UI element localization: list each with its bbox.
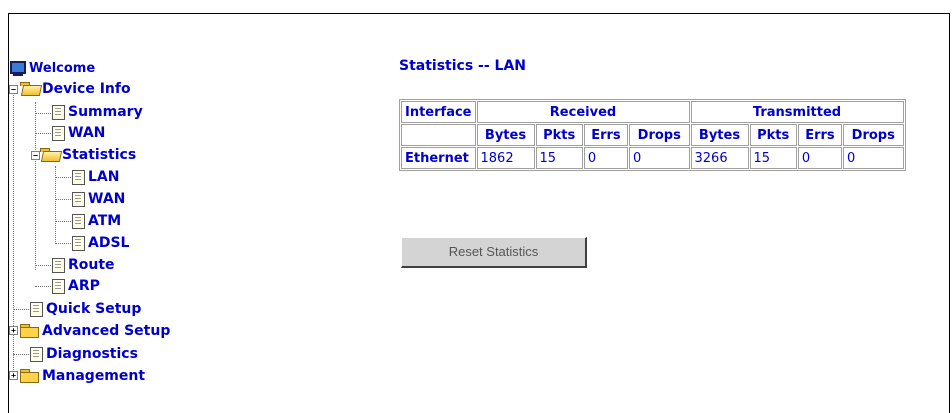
tree-line [13, 309, 31, 310]
document-icon [72, 235, 85, 251]
header-pkts: Pkts [749, 124, 797, 146]
tree-item-stat-lan[interactable]: LAN [72, 167, 119, 187]
tree-item-label: ADSL [88, 235, 130, 251]
table-subheader-row: Bytes Pkts Errs Drops Bytes Pkts Errs Dr… [401, 124, 904, 146]
cell-value: 1862 [476, 147, 535, 169]
tree-item-label: Quick Setup [46, 301, 142, 317]
table-row: Ethernet 1862 15 0 0 3266 15 0 0 [401, 147, 904, 169]
tree-item-stat-wan[interactable]: WAN [72, 189, 125, 209]
tree-line [35, 113, 53, 114]
tree-item-label: WAN [68, 125, 106, 141]
tree-line [35, 102, 36, 270]
tree-item-label: Summary [68, 104, 143, 120]
tree-item-label: Advanced Setup [42, 323, 171, 339]
tree-item-statistics[interactable]: Statistics [40, 145, 136, 165]
tree-line [55, 221, 73, 222]
tree-line [35, 286, 53, 287]
tree-item-label: Diagnostics [46, 346, 138, 362]
collapse-icon[interactable]: − [31, 151, 40, 160]
cell-value: 3266 [690, 147, 749, 169]
folder-open-icon [20, 82, 39, 96]
tree-line [55, 199, 73, 200]
tree-item-label: Route [68, 257, 115, 273]
document-icon [72, 169, 85, 185]
header-errs: Errs [797, 124, 843, 146]
tree-item-welcome[interactable]: Welcome [10, 58, 95, 78]
expand-icon[interactable]: + [9, 326, 18, 335]
tree-item-summary[interactable]: Summary [52, 102, 143, 122]
reset-statistics-button[interactable]: Reset Statistics [401, 237, 587, 268]
header-received: Received [476, 101, 690, 123]
tree-item-label: LAN [88, 169, 120, 185]
cell-value: 0 [797, 147, 843, 169]
tree-line [35, 265, 53, 266]
cell-value: 0 [629, 147, 690, 169]
header-drops: Drops [629, 124, 690, 146]
tree-item-management[interactable]: Management [20, 366, 145, 386]
tree-item-device-info[interactable]: Device Info [20, 79, 131, 99]
tree-line [13, 354, 31, 355]
cell-value: 15 [749, 147, 797, 169]
document-icon [30, 301, 43, 317]
monitor-icon [10, 60, 26, 76]
header-interface: Interface [401, 101, 476, 123]
header-empty [401, 124, 476, 146]
tree-item-diagnostics[interactable]: Diagnostics [30, 344, 138, 364]
nav-tree: − − + + Welcome Device Info Summary WAN … [0, 0, 400, 411]
cell-interface: Ethernet [401, 147, 476, 169]
tree-item-stat-atm[interactable]: ATM [72, 211, 121, 231]
document-icon [52, 125, 65, 141]
header-pkts: Pkts [535, 124, 583, 146]
document-icon [72, 213, 85, 229]
cell-value: 15 [535, 147, 583, 169]
tree-item-stat-adsl[interactable]: ADSL [72, 233, 129, 253]
page-title: Statistics -- LAN [399, 58, 527, 74]
tree-item-route[interactable]: Route [52, 255, 115, 275]
tree-line [55, 243, 73, 244]
header-transmitted: Transmitted [690, 101, 904, 123]
document-icon [52, 104, 65, 120]
tree-item-wan[interactable]: WAN [52, 123, 105, 143]
header-bytes: Bytes [476, 124, 535, 146]
document-icon [30, 346, 43, 362]
tree-line [55, 177, 73, 178]
tree-item-label: Welcome [29, 60, 96, 76]
tree-item-label: ARP [68, 278, 100, 294]
table-header-row: Interface Received Transmitted [401, 101, 904, 123]
tree-item-label: WAN [88, 191, 126, 207]
tree-item-advanced-setup[interactable]: Advanced Setup [20, 321, 170, 341]
tree-item-label: Statistics [62, 147, 137, 163]
document-icon [52, 278, 65, 294]
document-icon [72, 191, 85, 207]
folder-icon [20, 324, 39, 338]
tree-item-label: Device Info [42, 81, 131, 97]
document-icon [52, 257, 65, 273]
header-errs: Errs [583, 124, 629, 146]
tree-item-label: Management [42, 368, 146, 384]
cell-value: 0 [583, 147, 629, 169]
tree-item-quick-setup[interactable]: Quick Setup [30, 299, 141, 319]
collapse-icon[interactable]: − [9, 85, 18, 94]
tree-item-label: ATM [88, 213, 122, 229]
tree-line [35, 133, 53, 134]
header-drops: Drops [843, 124, 904, 146]
header-bytes: Bytes [690, 124, 749, 146]
tree-item-arp[interactable]: ARP [52, 276, 100, 296]
cell-value: 0 [843, 147, 904, 169]
folder-icon [20, 369, 39, 383]
folder-open-icon [40, 148, 59, 162]
statistics-table: Interface Received Transmitted Bytes Pkt… [399, 99, 906, 171]
expand-icon[interactable]: + [9, 371, 18, 380]
